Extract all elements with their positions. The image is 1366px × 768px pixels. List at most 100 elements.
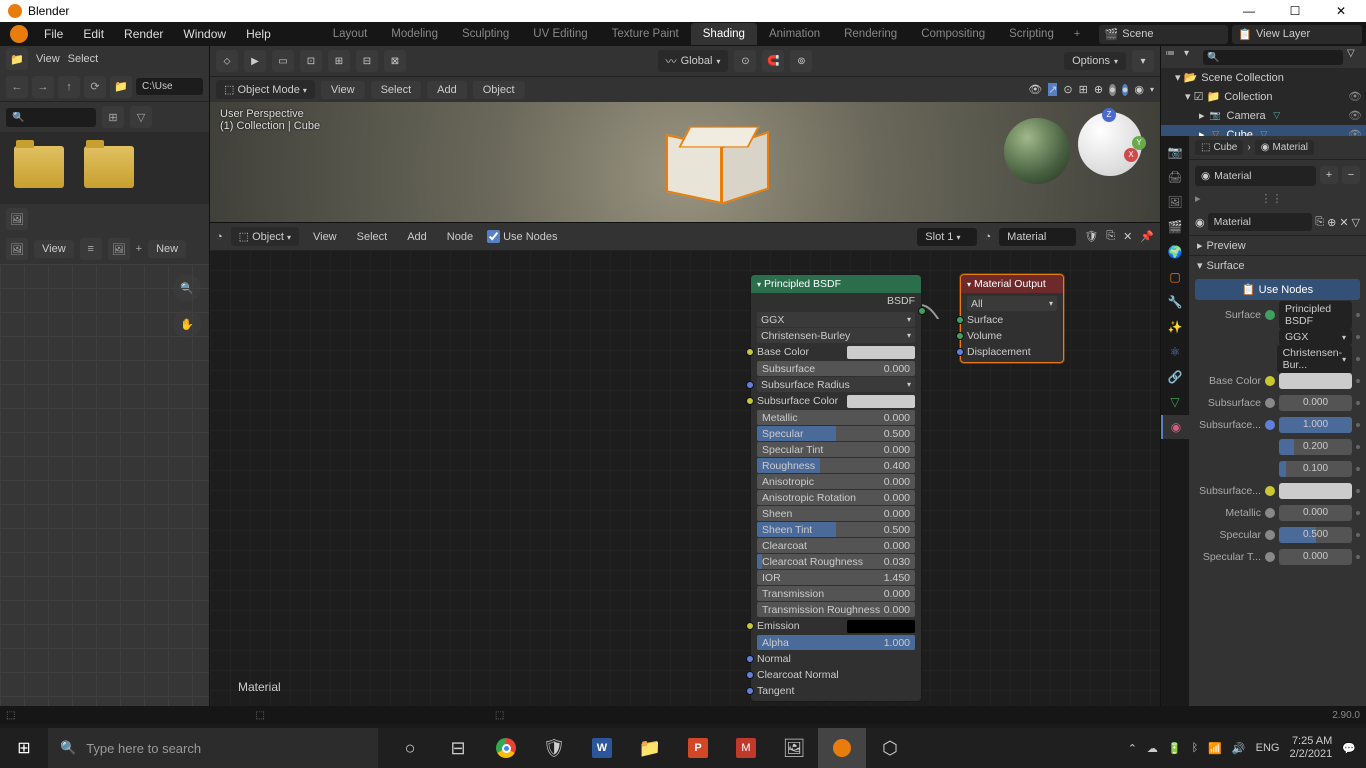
breadcrumb-material[interactable]: ◉ Material: [1255, 140, 1314, 155]
unlink-material-icon[interactable]: ✕: [1123, 230, 1132, 243]
shading-material-icon[interactable]: ●: [1122, 84, 1129, 96]
snap-icon[interactable]: 🧲: [762, 50, 784, 72]
distribution-selector[interactable]: GGX▾: [1279, 329, 1352, 345]
task-view-icon[interactable]: ⊟: [434, 728, 482, 768]
visibility-icon[interactable]: 👁: [1028, 83, 1042, 96]
menu-file[interactable]: File: [34, 23, 73, 45]
nav-newfolder-button[interactable]: 📁: [110, 76, 132, 98]
workspace-tab-rendering[interactable]: Rendering: [832, 23, 909, 45]
surface-shader-value[interactable]: Principled BSDF: [1279, 301, 1352, 329]
battery-icon[interactable]: 🔋: [1168, 742, 1182, 755]
start-button[interactable]: ⊞: [0, 728, 48, 768]
display-options-icon[interactable]: ⊞: [102, 106, 124, 128]
menu-edit[interactable]: Edit: [73, 23, 114, 45]
corner-widget-icon[interactable]: ⬚: [495, 710, 504, 721]
editor-type-outliner-icon[interactable]: ≔: [1165, 48, 1180, 66]
bsdf-input-row[interactable]: Transmission0.000: [757, 586, 915, 601]
outliner-search[interactable]: [1203, 50, 1343, 65]
navigation-gizmo[interactable]: Y Z X: [1078, 112, 1148, 182]
filter-icon[interactable]: ▽: [130, 106, 152, 128]
vp-view-menu[interactable]: View: [321, 81, 365, 99]
bsdf-output-socket[interactable]: BSDF: [751, 293, 921, 309]
onedrive-icon[interactable]: ☁: [1147, 742, 1158, 755]
material-property-row[interactable]: Metallic0.000: [1189, 502, 1366, 524]
shader-type-selector[interactable]: ⬚ Object ▾: [231, 227, 299, 246]
app-icon[interactable]: M: [722, 728, 770, 768]
surface-panel-header[interactable]: ▾ Surface: [1189, 255, 1366, 275]
material-property-row[interactable]: Subsurface0.000: [1189, 392, 1366, 414]
outliner-filter-icon[interactable]: ▽: [1347, 48, 1362, 66]
bsdf-input-row[interactable]: Clearcoat0.000: [757, 538, 915, 553]
bsdf-input-row[interactable]: Sheen0.000: [757, 506, 915, 521]
material-property-row[interactable]: 0.200: [1189, 436, 1366, 458]
ne-add-menu[interactable]: Add: [401, 228, 433, 246]
select-mode-icon[interactable]: ⊡: [300, 50, 322, 72]
maximize-button[interactable]: ☐: [1272, 0, 1318, 22]
menu-help[interactable]: Help: [236, 23, 281, 45]
prop-tab-world[interactable]: 🌍: [1161, 240, 1189, 264]
corner-widget-icon[interactable]: ⬚: [6, 710, 15, 721]
path-input[interactable]: C:\Use: [136, 78, 203, 95]
bsdf-input-row[interactable]: Normal: [751, 651, 921, 667]
browse-material-icon[interactable]: ◉: [1195, 216, 1205, 229]
material-property-row[interactable]: Subsurface...: [1189, 480, 1366, 502]
prop-tab-render[interactable]: 📷: [1161, 140, 1189, 164]
output-input-socket[interactable]: Surface: [961, 312, 1063, 328]
use-nodes-button[interactable]: 📋 Use Nodes: [1195, 279, 1360, 300]
ne-select-menu[interactable]: Select: [351, 228, 394, 246]
copy-mat-icon[interactable]: ⎘: [1315, 216, 1324, 229]
select-box-icon[interactable]: ▭: [272, 50, 294, 72]
prop-tab-material[interactable]: ◉: [1161, 415, 1189, 439]
node-editor-canvas[interactable]: ▾Principled BSDF BSDF GGX▾Christensen-Bu…: [210, 250, 1160, 706]
bsdf-input-row[interactable]: Anisotropic0.000: [757, 474, 915, 489]
image-editor-type-icon[interactable]: 🖼: [6, 208, 28, 230]
new-mat-icon[interactable]: ⊕: [1327, 216, 1336, 229]
cube-mesh[interactable]: [666, 124, 756, 204]
prop-tab-physics[interactable]: ⚛: [1161, 340, 1189, 364]
expand-icon[interactable]: ▸: [1195, 192, 1201, 205]
workspace-tab-shading[interactable]: Shading: [691, 23, 757, 45]
tray-expand-icon[interactable]: ⌃: [1128, 742, 1137, 755]
editor-type-icon[interactable]: 📁: [6, 48, 28, 70]
subsurface-method-selector[interactable]: Christensen-Bur...▾: [1277, 345, 1353, 373]
display-mode-icon[interactable]: ▾: [1184, 48, 1199, 66]
node-header[interactable]: ▾Material Output: [961, 275, 1063, 293]
bsdf-input-row[interactable]: Sheen Tint0.500: [757, 522, 915, 537]
image-browse-icon[interactable]: 🖼: [6, 238, 28, 260]
ne-node-menu[interactable]: Node: [441, 228, 479, 246]
bsdf-input-row[interactable]: Transmission Roughness0.000: [757, 602, 915, 617]
object-mode-selector[interactable]: ⬚ Object Mode ▾: [216, 80, 315, 99]
viewlayer-name-input[interactable]: [1256, 28, 1356, 40]
gizmo-toggle-icon[interactable]: ↗: [1048, 83, 1057, 96]
material-property-row[interactable]: Specular0.500: [1189, 524, 1366, 546]
menu-dot-icon[interactable]: [1356, 335, 1360, 339]
shading-wireframe-icon[interactable]: ⊕: [1094, 83, 1103, 96]
bsdf-input-row[interactable]: Metallic0.000: [757, 410, 915, 425]
bsdf-input-row[interactable]: Emission: [751, 618, 921, 634]
more-icon[interactable]: ▾: [1132, 50, 1154, 72]
prop-tab-output[interactable]: 🖨: [1161, 165, 1189, 189]
nav-refresh-button[interactable]: ⟳: [84, 76, 106, 98]
cortana-icon[interactable]: ○: [386, 728, 434, 768]
material-name-input[interactable]: Material: [999, 228, 1076, 246]
security-icon[interactable]: 🛡: [530, 728, 578, 768]
volume-icon[interactable]: 🔊: [1232, 742, 1246, 755]
corner-widget-icon[interactable]: ⬚: [255, 710, 264, 721]
bsdf-input-row[interactable]: Clearcoat Normal: [751, 667, 921, 683]
mat-menu-icon[interactable]: ▽: [1352, 216, 1360, 229]
material-property-row[interactable]: Subsurface...1.000: [1189, 414, 1366, 436]
fb-menu-view[interactable]: View: [36, 53, 60, 65]
3d-app-icon[interactable]: ⬡: [866, 728, 914, 768]
bsdf-dropdown[interactable]: Christensen-Burley▾: [757, 328, 915, 343]
material-property-row[interactable]: Base Color: [1189, 370, 1366, 392]
menu-dot-icon[interactable]: [1356, 313, 1360, 317]
bsdf-input-row[interactable]: Roughness0.400: [757, 458, 915, 473]
bsdf-input-row[interactable]: Subsurface Radius▾: [757, 377, 915, 392]
pan-icon[interactable]: ✋: [173, 310, 201, 338]
select-mode-icon[interactable]: ⊞: [328, 50, 350, 72]
ne-view-menu[interactable]: View: [307, 228, 343, 246]
bsdf-input-row[interactable]: Specular0.500: [757, 426, 915, 441]
image-new-icon[interactable]: 🖼: [108, 238, 130, 260]
bsdf-input-row[interactable]: Subsurface Color: [751, 393, 921, 409]
editor-type-3dview-icon[interactable]: ⬦: [216, 50, 238, 72]
